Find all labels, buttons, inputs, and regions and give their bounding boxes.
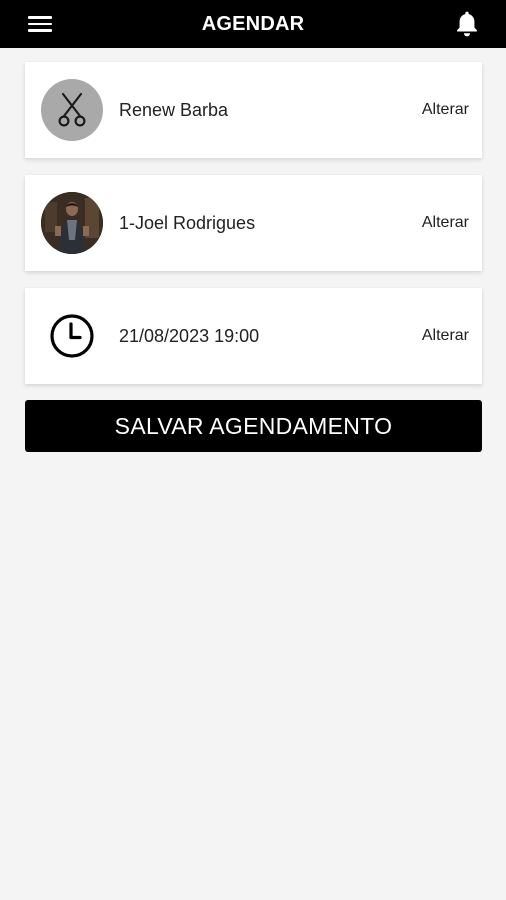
- service-name: Renew Barba: [119, 99, 229, 120]
- service-card[interactable]: Renew Barba Alterar: [25, 62, 482, 158]
- service-avatar: [41, 79, 103, 141]
- clock-icon: [41, 305, 103, 367]
- change-barber-link[interactable]: Alterar: [422, 214, 469, 232]
- scissors-icon: [58, 92, 86, 127]
- change-service-link[interactable]: Alterar: [422, 101, 469, 119]
- datetime-card[interactable]: 21/08/2023 19:00 Alterar: [25, 288, 482, 384]
- page-title: AGENDAR: [201, 12, 305, 35]
- barber-name: 1-Joel Rodrigues: [119, 212, 256, 233]
- barber-card[interactable]: 1-Joel Rodrigues Alterar: [25, 175, 482, 271]
- menu-icon[interactable]: [28, 13, 54, 35]
- save-appointment-button[interactable]: SALVAR AGENDAMENTO: [25, 400, 482, 452]
- bell-icon[interactable]: [452, 8, 482, 40]
- datetime-value: 21/08/2023 19:00: [119, 325, 260, 346]
- change-datetime-link[interactable]: Alterar: [422, 327, 469, 345]
- barber-avatar: [41, 192, 103, 254]
- app-header: AGENDAR: [0, 0, 506, 48]
